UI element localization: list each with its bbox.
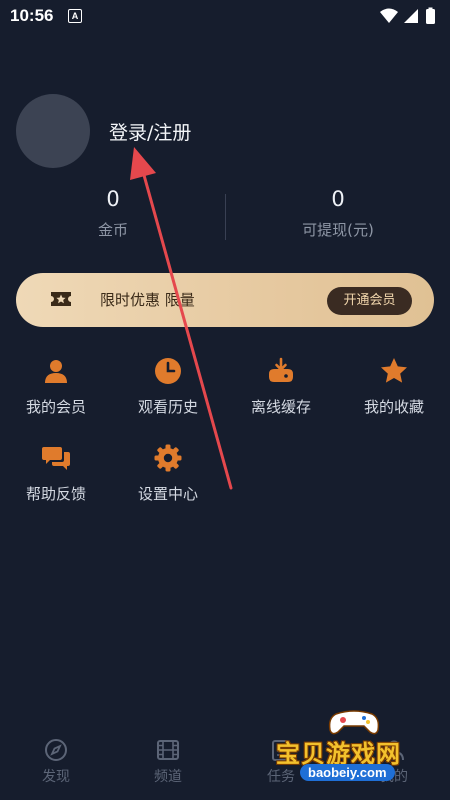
status-bar: 10:56 A xyxy=(0,0,450,32)
grid-item-settings-center[interactable]: 设置中心 xyxy=(112,443,224,513)
stats-divider xyxy=(225,194,226,240)
grid-item-label: 帮助反馈 xyxy=(25,485,86,503)
wifi-icon xyxy=(380,8,398,23)
nav-label: 发现 xyxy=(42,769,70,785)
grid-item-label: 观看历史 xyxy=(137,398,198,416)
battery-icon xyxy=(426,7,435,24)
grid-item-my-favorites[interactable]: 我的收藏 xyxy=(338,356,450,426)
gear-icon xyxy=(153,443,183,473)
withdrawable-label: 可提现(元) xyxy=(302,221,374,239)
download-icon xyxy=(266,356,296,386)
notification-a-icon: A xyxy=(68,9,82,23)
clock-icon xyxy=(153,356,183,386)
coins-label: 金币 xyxy=(97,221,128,239)
bottom-nav: 发现 频道 任务 我的 xyxy=(0,732,450,800)
grid-item-label: 我的收藏 xyxy=(363,398,424,416)
nav-channels[interactable]: 频道 xyxy=(112,732,224,792)
grid-item-label: 离线缓存 xyxy=(250,398,311,416)
profile-icon xyxy=(384,740,404,761)
promo-text: 限时优惠 限量 xyxy=(100,291,195,309)
user-icon xyxy=(41,356,71,386)
status-time: 10:56 xyxy=(10,6,54,25)
coins-value: 0 xyxy=(106,187,120,211)
login-register-link[interactable]: 登录/注册 xyxy=(109,118,191,145)
grid-item-watch-history[interactable]: 观看历史 xyxy=(112,356,224,426)
task-icon xyxy=(272,740,290,761)
grid-item-label: 我的会员 xyxy=(25,398,86,416)
ticket-star-icon xyxy=(50,289,72,309)
grid-item-help-feedback[interactable]: 帮助反馈 xyxy=(0,443,112,513)
open-vip-button[interactable]: 开通会员 xyxy=(327,287,412,315)
grid-item-my-membership[interactable]: 我的会员 xyxy=(0,356,112,426)
nav-label: 任务 xyxy=(267,769,295,785)
compass-icon xyxy=(45,739,67,761)
nav-mine[interactable]: 我的 xyxy=(338,732,450,792)
avatar[interactable] xyxy=(16,94,90,168)
status-icons xyxy=(378,6,442,26)
nav-label: 我的 xyxy=(380,769,408,785)
nav-discover[interactable]: 发现 xyxy=(0,732,112,792)
chat-icon xyxy=(41,443,71,473)
grid-item-label: 设置中心 xyxy=(137,485,198,503)
grid-item-offline-cache[interactable]: 离线缓存 xyxy=(225,356,337,426)
nav-label: 频道 xyxy=(154,769,182,785)
star-icon xyxy=(379,356,409,386)
signal-icon xyxy=(404,9,418,23)
withdrawable-value: 0 xyxy=(331,187,345,211)
nav-tasks[interactable]: 任务 xyxy=(225,732,337,792)
film-icon xyxy=(157,740,179,760)
